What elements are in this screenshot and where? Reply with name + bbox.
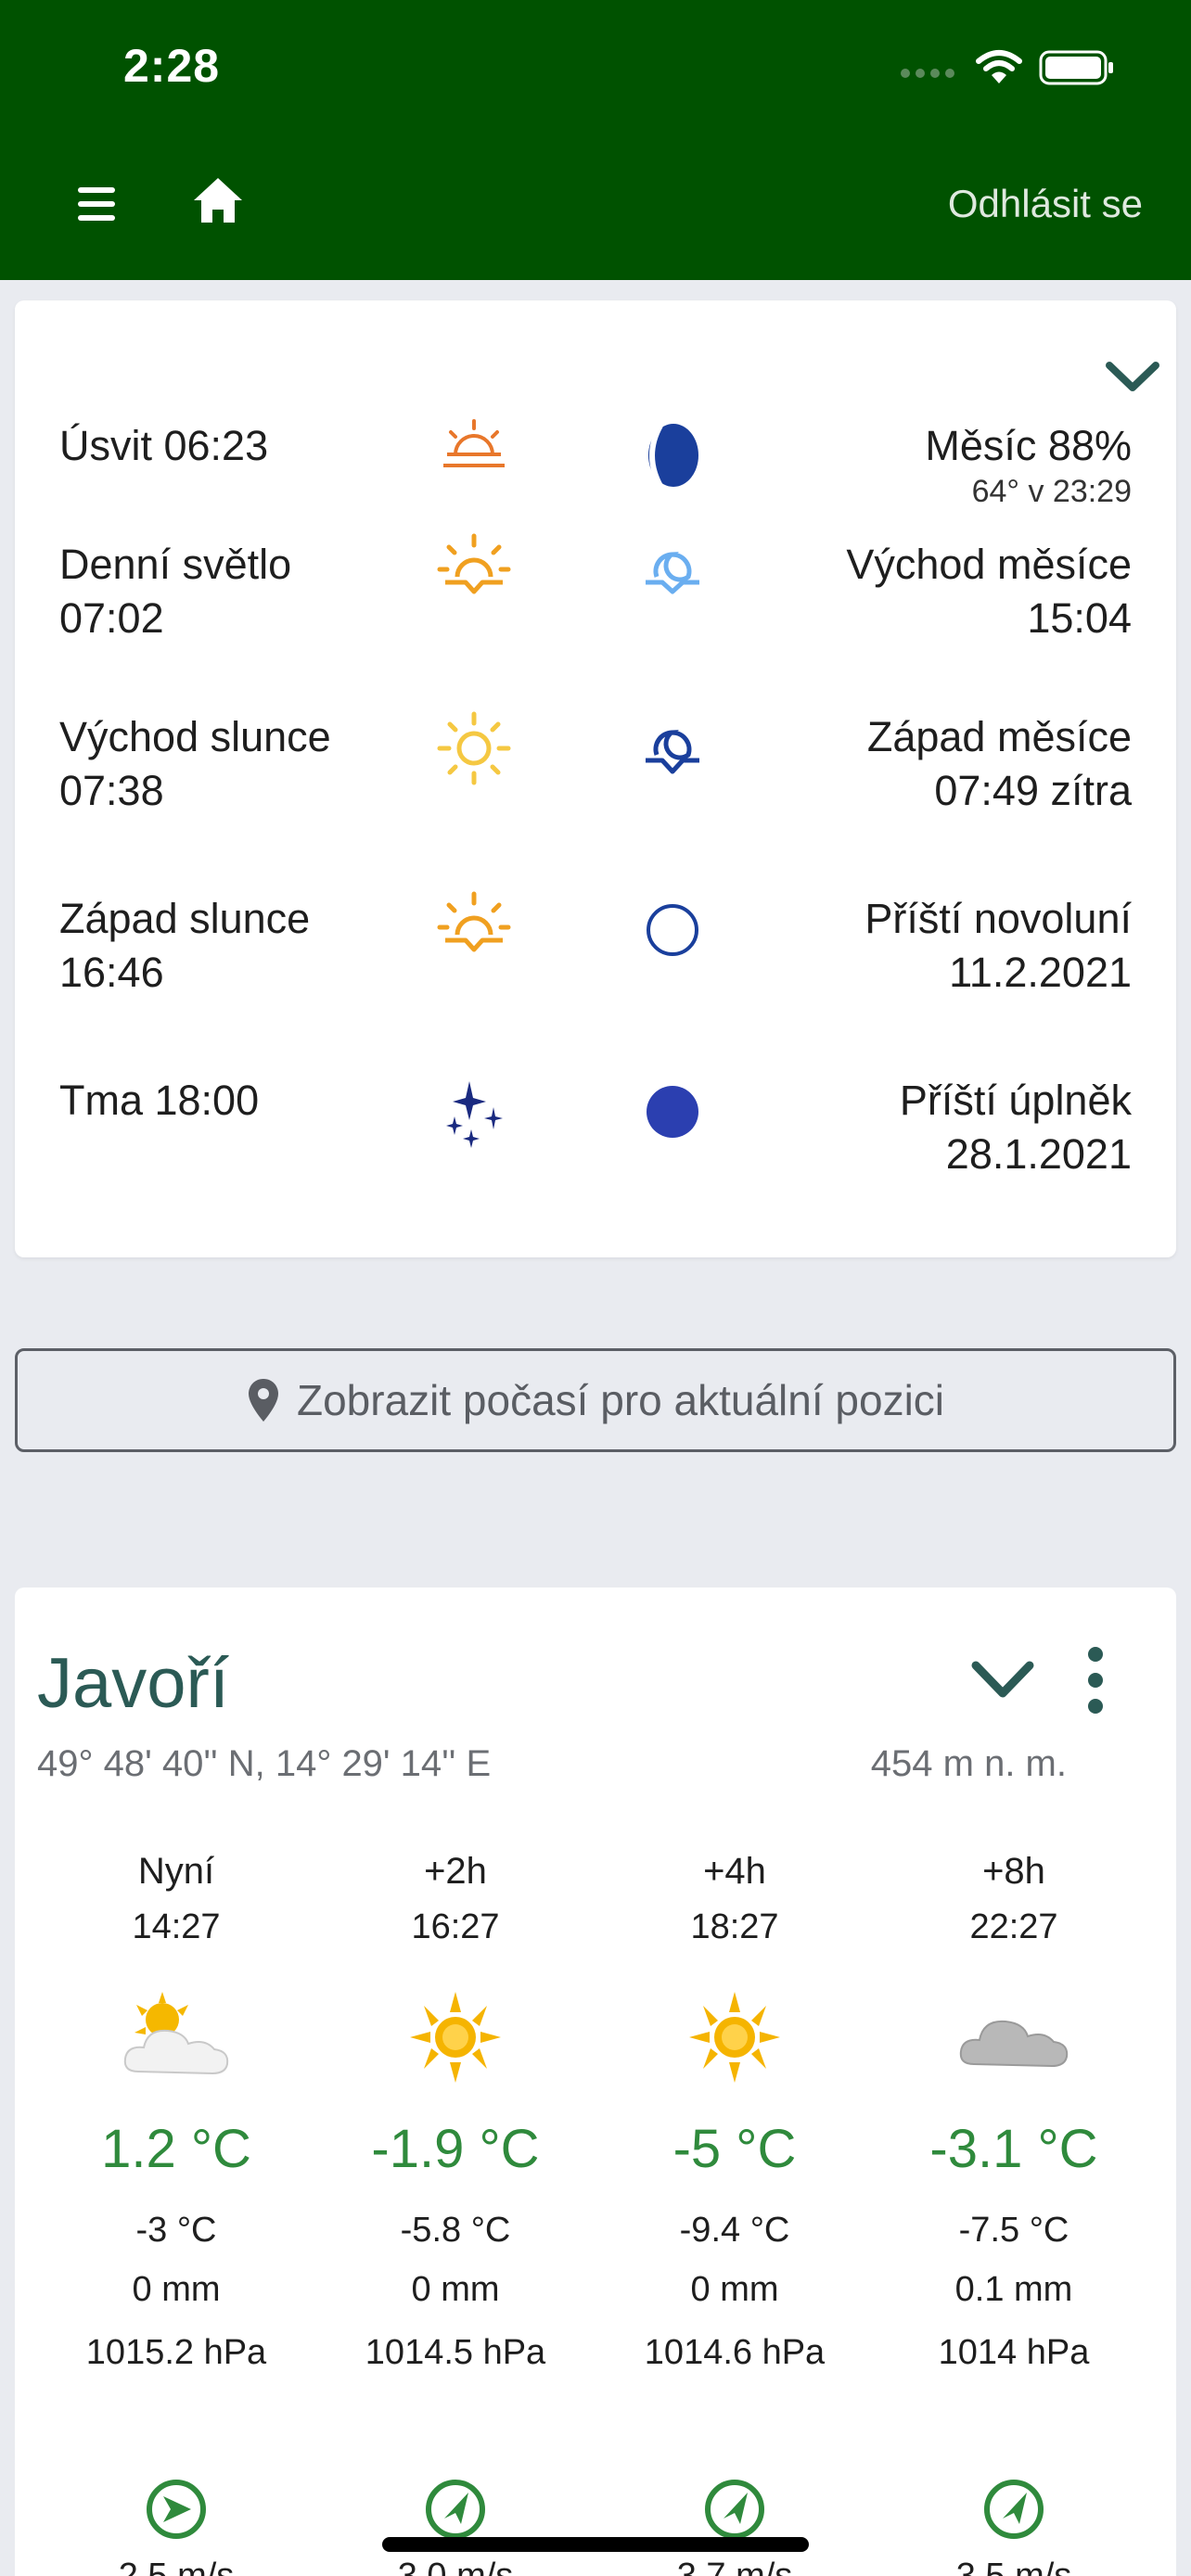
new-moon-text: Příští novoluní 11.2.2021 [864,895,1132,996]
forecast-temperature: -3.1 °C [929,2119,1098,2179]
wind-direction-icon [984,2480,1044,2539]
cellular-signal-icon [901,69,954,78]
forecast-precipitation: 0.1 mm [954,2270,1073,2309]
location-name: Javoří [37,1644,229,1723]
forecast-pressure: 1014.6 hPa [644,2333,826,2372]
forecast-time: 14:27 [132,1907,221,1946]
forecast-card: Javoří 49° 48' 40'' N, 14° 29' 14'' E 45… [15,1588,1176,2576]
wind-direction-icon [426,2480,485,2539]
forecast-column-plus2h: +2h 16:27 -1.9 °C -5.8 °C 0 mm 1014.5 hP… [316,1843,595,2576]
moonrise-text: Východ měsíce 15:04 [846,541,1132,642]
show-current-location-label: Zobrazit počasí pro aktuální pozici [296,1376,945,1424]
sun-rising-icon [437,533,511,594]
forecast-time: 16:27 [411,1907,500,1946]
map-marker-icon [248,1379,278,1422]
full-moon-icon [647,1086,698,1138]
forecast-wind: 3.0 m/s [397,2557,514,2576]
forecast-pressure: 1014.5 hPa [365,2333,546,2372]
forecast-pressure: 1015.2 hPa [85,2333,267,2372]
moon-phase-icon [648,424,698,488]
forecast-feels-like: -7.5 °C [958,2211,1069,2250]
sun-icon [410,1992,501,2083]
chevron-down-icon[interactable] [970,1658,1035,1701]
forecast-feels-like: -3 °C [135,2211,217,2250]
forecast-time: 22:27 [969,1907,1058,1946]
sun-icon [437,711,511,785]
forecast-label: +4h [703,1851,766,1892]
menu-icon[interactable] [74,182,128,226]
forecast-time: 18:27 [690,1907,779,1946]
forecast-feels-like: -9.4 °C [679,2211,790,2250]
battery-icon [1039,50,1113,85]
partly-cloudy-icon [123,1992,229,2075]
chevron-down-icon[interactable] [1104,358,1161,395]
more-vertical-icon[interactable] [1082,1645,1109,1715]
forecast-column-plus8h: +8h 22:27 -3.1 °C -7.5 °C 0.1 mm 1014 hP… [875,1843,1153,2576]
new-moon-icon [647,904,698,956]
sunrise-text: Východ slunce 07:38 [59,713,331,814]
forecast-wind: 3.5 m/s [955,2557,1072,2576]
moonset-text: Západ měsíce 07:49 zítra [866,713,1132,814]
stars-icon [446,1081,503,1148]
sunrise-line-icon [443,419,505,467]
dark-text: Tma 18:00 [59,1077,260,1124]
wind-direction-icon [147,2480,206,2539]
forecast-label: +8h [982,1851,1045,1892]
forecast-temperature: 1.2 °C [101,2119,251,2179]
forecast-temperature: -5 °C [672,2119,797,2179]
sunset-icon [437,891,511,952]
dawn-text: Úsvit 06:23 [59,422,269,469]
moon-elevation: 64° v 23:29 [971,474,1132,509]
sunset-text: Západ slunce 16:46 [59,895,311,996]
forecast-temperature: -1.9 °C [371,2119,540,2179]
show-current-location-button[interactable]: Zobrazit počasí pro aktuální pozici [15,1348,1176,1452]
cloud-icon [959,2020,1069,2068]
forecast-label: +2h [424,1851,487,1892]
app-header: 2:28 Odhlásit se [0,0,1191,280]
wifi-icon [976,50,1022,83]
sun-moon-card: Úsvit 06:23 Měsíc 88% 64° v 23:29 Denní … [15,300,1176,1257]
location-altitude: 454 m n. m. [870,1743,1067,1784]
forecast-precipitation: 0 mm [411,2270,500,2309]
forecast-wind: 3.7 m/s [676,2557,793,2576]
sun-icon [689,1992,780,2083]
daylight-text: Denní světlo 07:02 [59,541,292,642]
home-indicator[interactable] [382,2537,809,2552]
forecast-wind: 2.5 m/s [118,2557,235,2576]
forecast-feels-like: -5.8 °C [400,2211,511,2250]
forecast-label: Nyní [137,1851,215,1892]
home-icon[interactable] [190,174,246,226]
full-moon-text: Příští úplněk 28.1.2021 [899,1077,1132,1178]
forecast-column-now: Nyní 14:27 1.2 °C -3 °C 0 mm 1015.2 hPa … [37,1843,315,2576]
forecast-precipitation: 0 mm [690,2270,779,2309]
logout-link[interactable]: Odhlásit se [948,182,1143,226]
location-coordinates: 49° 48' 40'' N, 14° 29' 14'' E [37,1743,492,1784]
wind-direction-icon [705,2480,764,2539]
moonrise-icon [646,552,699,594]
moonset-icon [646,730,699,774]
forecast-pressure: 1014 hPa [938,2333,1090,2372]
moon-illumination: Měsíc 88% [925,422,1132,469]
forecast-column-plus4h: +4h 18:27 -5 °C -9.4 °C 0 mm 1014.6 hPa … [596,1843,874,2576]
status-time: 2:28 [123,40,221,92]
forecast-precipitation: 0 mm [132,2270,221,2309]
